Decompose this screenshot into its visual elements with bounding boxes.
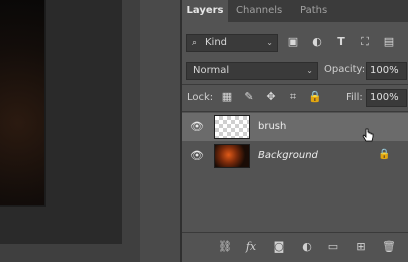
blend-mode-select[interactable]: Normal ⌄ bbox=[186, 62, 318, 80]
kind-filter-select[interactable]: ⌕ Kind ⌄ bbox=[186, 34, 278, 52]
tab-channels[interactable]: Channels bbox=[236, 0, 282, 22]
canvas-area[interactable] bbox=[0, 0, 140, 262]
kind-filter-label: Kind bbox=[205, 37, 228, 48]
layer-row-brush[interactable]: 👁 brush bbox=[182, 113, 408, 141]
lock-position-icon[interactable]: ✥ bbox=[264, 90, 278, 104]
adjustment-filter-icon[interactable]: ◐ bbox=[310, 35, 324, 49]
shape-filter-icon[interactable]: ⛶ bbox=[358, 35, 372, 49]
search-icon: ⌕ bbox=[192, 38, 198, 48]
type-filter-icon[interactable]: T bbox=[334, 35, 348, 49]
divider bbox=[182, 84, 408, 85]
divider bbox=[182, 111, 408, 112]
tab-paths[interactable]: Paths bbox=[300, 0, 327, 22]
hand-cursor-icon bbox=[362, 128, 374, 142]
lock-artboard-icon[interactable]: ⌗ bbox=[286, 90, 300, 104]
layer-lock-icon[interactable]: 🔒 bbox=[378, 149, 390, 160]
tab-layers[interactable]: Layers bbox=[182, 0, 228, 22]
divider bbox=[182, 232, 408, 233]
fill-input[interactable]: 100% bbox=[366, 89, 407, 107]
chevron-down-icon: ⌄ bbox=[306, 66, 313, 75]
image-filter-icon[interactable]: ▣ bbox=[286, 35, 300, 49]
link-layers-icon[interactable]: ⛓ bbox=[218, 240, 232, 254]
lock-transparent-pixels-icon[interactable]: ▦ bbox=[220, 90, 234, 104]
layer-thumbnail bbox=[214, 115, 250, 139]
document-image[interactable] bbox=[0, 0, 44, 205]
layer-name[interactable]: brush bbox=[258, 121, 286, 132]
add-mask-icon[interactable]: ◙ bbox=[272, 240, 286, 254]
visibility-eye-icon[interactable]: 👁 bbox=[190, 150, 204, 162]
new-group-icon[interactable]: ▭ bbox=[326, 240, 340, 254]
layers-panel: Layers Channels Paths ⌕ Kind ⌄ ▣ ◐ T ⛶ ▤… bbox=[182, 0, 408, 262]
fx-icon[interactable]: fx bbox=[244, 240, 258, 254]
layer-row-background[interactable]: 👁 Background 🔒 bbox=[182, 142, 408, 170]
new-adjustment-layer-icon[interactable]: ◐ bbox=[300, 240, 314, 254]
visibility-eye-icon[interactable]: 👁 bbox=[190, 121, 204, 133]
panel-gutter bbox=[140, 0, 182, 262]
lock-label: Lock: bbox=[187, 92, 214, 103]
panel-tabbar: Layers Channels Paths bbox=[182, 0, 408, 22]
opacity-label: Opacity: bbox=[324, 64, 366, 75]
opacity-input[interactable]: 100% bbox=[366, 62, 407, 80]
lock-all-icon[interactable]: 🔒 bbox=[308, 90, 322, 104]
lock-image-pixels-icon[interactable]: ✎ bbox=[242, 90, 256, 104]
document-edge bbox=[44, 0, 46, 206]
document-edge-bottom bbox=[0, 205, 46, 207]
new-layer-icon[interactable]: ⊞ bbox=[354, 240, 368, 254]
document-frame[interactable] bbox=[0, 0, 122, 244]
blend-mode-value: Normal bbox=[193, 65, 230, 76]
smart-object-filter-icon[interactable]: ▤ bbox=[382, 35, 396, 49]
fill-label: Fill: bbox=[346, 92, 363, 103]
layer-name[interactable]: Background bbox=[258, 150, 318, 161]
layer-thumbnail bbox=[214, 144, 250, 168]
chevron-down-icon: ⌄ bbox=[266, 38, 273, 47]
trash-icon[interactable]: 🗑 bbox=[382, 240, 396, 254]
